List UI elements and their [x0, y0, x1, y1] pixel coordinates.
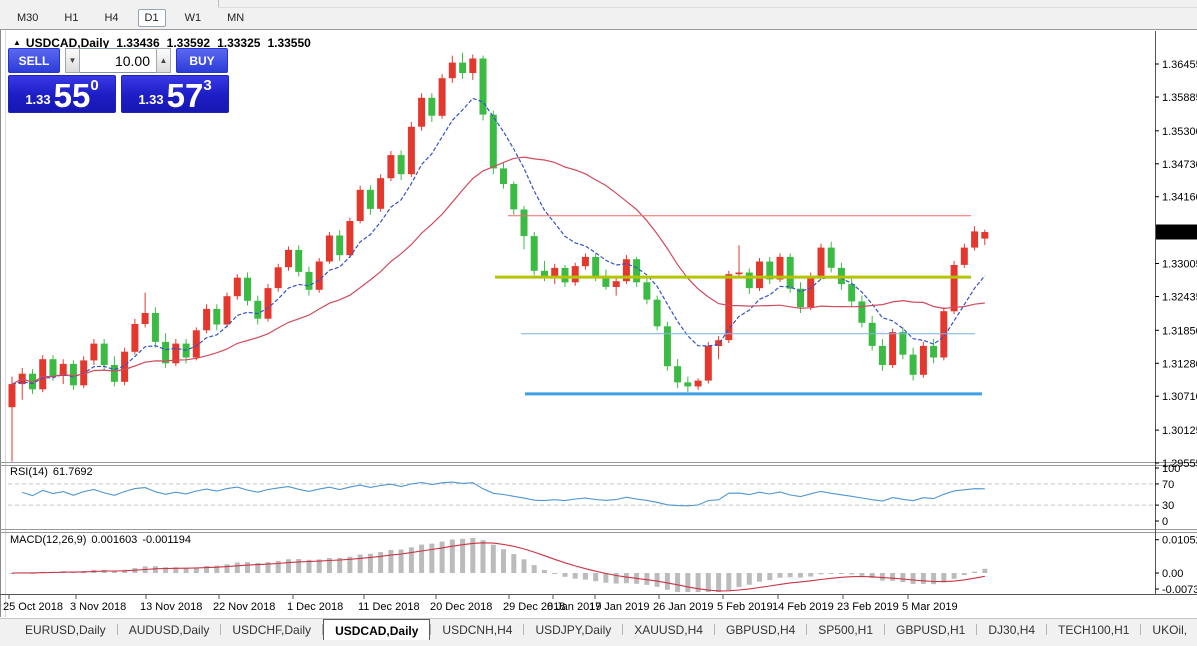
- toolbar-hairline: [218, 7, 1197, 8]
- svg-text:100: 100: [1162, 463, 1180, 475]
- svg-text:1.34730: 1.34730: [1162, 159, 1197, 171]
- sell-price-big: 55: [54, 82, 91, 110]
- collapse-triangle-icon[interactable]: ▲: [13, 38, 21, 47]
- chart-tab-tech100-h1[interactable]: TECH100,H1: [1047, 619, 1140, 640]
- svg-text:5 Mar 2019: 5 Mar 2019: [902, 601, 958, 613]
- svg-text:0.010525: 0.010525: [1162, 535, 1197, 547]
- svg-text:25 Oct 2018: 25 Oct 2018: [3, 601, 63, 613]
- svg-text:1.30125: 1.30125: [1162, 425, 1197, 437]
- timeframe-button-mn[interactable]: MN: [220, 9, 251, 27]
- svg-text:17 Jan 2019: 17 Jan 2019: [589, 601, 650, 613]
- svg-text:1.34160: 1.34160: [1162, 192, 1197, 204]
- toolbar-divider: [218, 0, 219, 7]
- svg-text:1.33005: 1.33005: [1162, 259, 1197, 271]
- ohlc-close: 1.33550: [267, 36, 310, 50]
- timeframe-button-group: M30 H1 H4 D1 W1 MN: [10, 7, 251, 28]
- timeframe-button-w1[interactable]: W1: [178, 9, 209, 27]
- chart-tab-dj30-h4[interactable]: DJ30,H4: [977, 619, 1046, 640]
- svg-text:3 Nov 2018: 3 Nov 2018: [70, 601, 126, 613]
- buy-price-big: 57: [167, 82, 204, 110]
- rsi-axis[interactable]: 100 70 30 0: [1155, 463, 1180, 528]
- timeframe-toolbar: M30 H1 H4 D1 W1 MN: [0, 0, 1197, 30]
- timeframe-button-h4[interactable]: H4: [97, 9, 125, 27]
- svg-text:0.00: 0.00: [1162, 568, 1183, 580]
- status-strip: [0, 640, 1197, 646]
- svg-text:1.33550: 1.33550: [1159, 227, 1197, 239]
- sell-price-display[interactable]: 1.33 550: [8, 75, 116, 113]
- volume-decrease-button[interactable]: ▼: [65, 48, 80, 73]
- macd-label: MACD(12,26,9): [10, 534, 86, 546]
- svg-text:1.36455: 1.36455: [1162, 59, 1197, 71]
- buy-price-display[interactable]: 1.33 573: [121, 75, 229, 113]
- svg-text:22 Nov 2018: 22 Nov 2018: [213, 601, 275, 613]
- macd-axis[interactable]: 0.010525 0.00 -0.0073: [1155, 535, 1197, 596]
- chart-tab-audusd-daily[interactable]: AUDUSD,Daily: [118, 619, 221, 640]
- chart-tab-gbpusd-h1[interactable]: GBPUSD,H1: [885, 619, 976, 640]
- volume-input[interactable]: [80, 49, 156, 72]
- buy-price-sup: 3: [203, 77, 211, 94]
- chart-tab-sp500-h1[interactable]: SP500,H1: [807, 619, 884, 640]
- volume-field-wrap: [80, 48, 156, 73]
- sell-price-sup: 0: [90, 77, 98, 94]
- timeframe-button-m30[interactable]: M30: [10, 9, 45, 27]
- spinner-down-icon: ▼: [69, 56, 77, 65]
- sell-price-prefix: 1.33: [25, 92, 50, 107]
- svg-text:30: 30: [1162, 500, 1174, 512]
- svg-text:1.35300: 1.35300: [1162, 126, 1197, 138]
- svg-text:70: 70: [1162, 479, 1174, 491]
- chart-tab-usdcad-daily[interactable]: USDCAD,Daily: [323, 619, 430, 640]
- svg-text:20 Dec 2018: 20 Dec 2018: [430, 601, 492, 613]
- chart-tab-gbpusd-h4[interactable]: GBPUSD,H4: [715, 619, 806, 640]
- timeframe-button-h1[interactable]: H1: [57, 9, 85, 27]
- buy-button[interactable]: BUY: [176, 48, 228, 73]
- trading-terminal-window: M30 H1 H4 D1 W1 MN 1.36455 1.35885 1.35300 1.347…: [0, 0, 1197, 646]
- svg-text:11 Dec 2018: 11 Dec 2018: [358, 601, 420, 613]
- macd-caption: MACD(12,26,9) 0.001603 -0.001194: [10, 534, 196, 546]
- svg-text:0: 0: [1162, 516, 1168, 528]
- timeframe-button-d1[interactable]: D1: [138, 9, 166, 27]
- one-click-trade-panel: SELL ▼ ▲ BUY 1.33 550 1.33 573: [8, 48, 230, 113]
- svg-text:1.31280: 1.31280: [1162, 358, 1197, 370]
- chart-tab-usdcnh-h4[interactable]: USDCNH,H4: [431, 619, 523, 640]
- svg-text:23 Feb 2019: 23 Feb 2019: [837, 601, 899, 613]
- svg-text:26 Jan 2019: 26 Jan 2019: [653, 601, 714, 613]
- rsi-line: [22, 482, 985, 506]
- chart-tab-ukoil[interactable]: UKOil,: [1141, 619, 1197, 640]
- current-price-marker: 1.33550: [1156, 225, 1197, 240]
- rsi-value: 61.7692: [53, 466, 93, 478]
- macd-signal-value: -0.001194: [142, 534, 191, 546]
- svg-text:1.35885: 1.35885: [1162, 92, 1197, 104]
- macd-value: 0.001603: [91, 534, 137, 546]
- chart-tab-bar: EURUSD,DailyAUDUSD,DailyUSDCHF,DailyUSDC…: [0, 618, 1197, 640]
- spinner-up-icon: ▲: [160, 56, 168, 65]
- svg-text:1.32435: 1.32435: [1162, 292, 1197, 304]
- chart-tab-xauusd-h4[interactable]: XAUUSD,H4: [623, 619, 714, 640]
- svg-text:13 Nov 2018: 13 Nov 2018: [140, 601, 202, 613]
- sell-button[interactable]: SELL: [8, 48, 60, 73]
- svg-text:1 Dec 2018: 1 Dec 2018: [287, 601, 343, 613]
- chart-tab-usdchf-daily[interactable]: USDCHF,Daily: [221, 619, 322, 640]
- macd-panel: [10, 538, 988, 592]
- volume-increase-button[interactable]: ▲: [156, 48, 171, 73]
- svg-text:-0.0073: -0.0073: [1162, 584, 1197, 596]
- chart-tab-usdjpy-daily[interactable]: USDJPY,Daily: [524, 619, 622, 640]
- macd-signal-line: [12, 543, 985, 591]
- chart-tab-eurusd-daily[interactable]: EURUSD,Daily: [14, 619, 117, 640]
- date-axis[interactable]: 25 Oct 2018 3 Nov 2018 13 Nov 2018 22 Nov 2…: [3, 595, 958, 613]
- rsi-label: RSI(14): [10, 466, 48, 478]
- svg-text:5 Feb 2019: 5 Feb 2019: [717, 601, 773, 613]
- svg-text:1.30710: 1.30710: [1162, 391, 1197, 403]
- price-axis[interactable]: 1.36455 1.35885 1.35300 1.34730 1.34160 1.330…: [1155, 59, 1197, 470]
- rsi-caption: RSI(14) 61.7692: [10, 466, 98, 478]
- buy-price-prefix: 1.33: [138, 92, 163, 107]
- rsi-panel: [8, 482, 1155, 506]
- svg-text:1.31850: 1.31850: [1162, 325, 1197, 337]
- svg-text:14 Feb 2019: 14 Feb 2019: [772, 601, 834, 613]
